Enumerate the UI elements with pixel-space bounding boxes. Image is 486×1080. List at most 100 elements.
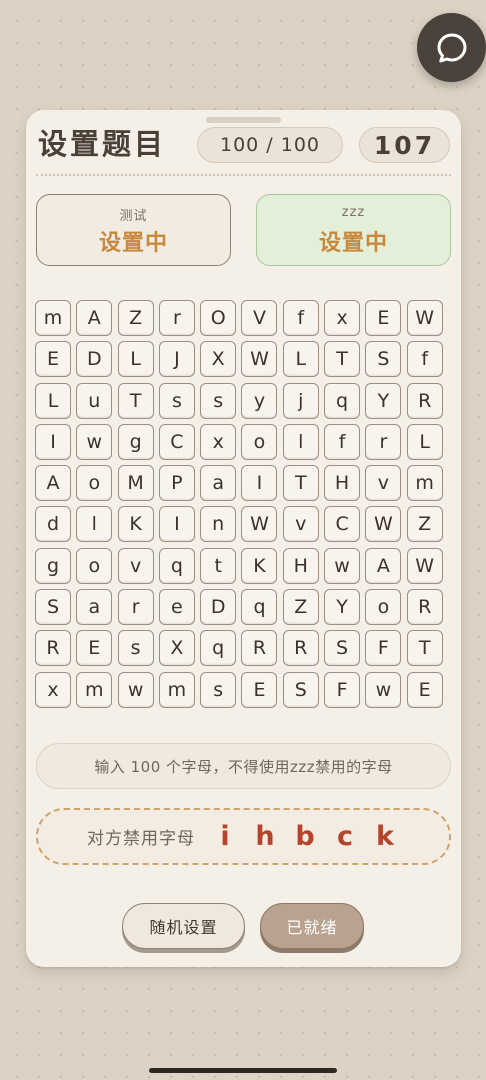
letter-cell[interactable]: W [241, 341, 278, 378]
letter-cell[interactable]: R [241, 630, 278, 667]
letter-cell[interactable]: R [282, 630, 319, 667]
letter-cell[interactable]: V [241, 300, 278, 336]
letter-cell[interactable]: R [406, 589, 443, 626]
letter-cell[interactable]: a [200, 465, 237, 502]
letter-cell[interactable]: T [117, 382, 154, 419]
letter-cell[interactable]: A [76, 300, 113, 336]
letter-cell[interactable]: w [324, 547, 361, 584]
letter-cell[interactable]: T [282, 465, 319, 502]
letter-cell[interactable]: l [76, 506, 113, 543]
random-setup-button[interactable]: 随机设置 [122, 903, 245, 949]
letter-cell[interactable]: W [241, 506, 278, 543]
letter-cell[interactable]: H [282, 547, 319, 584]
letter-cell[interactable]: x [324, 300, 361, 336]
drag-handle[interactable] [206, 117, 281, 123]
letter-cell[interactable]: j [282, 382, 319, 419]
letter-cell[interactable]: M [117, 465, 154, 502]
letter-cell[interactable]: d [35, 506, 71, 543]
letter-cell[interactable]: D [76, 341, 113, 378]
letter-cell[interactable]: Z [117, 300, 154, 336]
letter-cell[interactable]: I [241, 465, 278, 502]
letter-cell[interactable]: w [365, 671, 402, 708]
letter-cell[interactable]: W [365, 506, 402, 543]
letter-cell[interactable]: S [324, 630, 361, 667]
letter-cell[interactable]: R [406, 382, 443, 419]
letter-cell[interactable]: X [158, 630, 195, 667]
letter-cell[interactable]: v [365, 465, 402, 502]
letter-cell[interactable]: F [365, 630, 402, 667]
letter-cell[interactable]: S [365, 341, 402, 378]
letter-cell[interactable]: Y [324, 589, 361, 626]
letter-cell[interactable]: W [406, 300, 443, 336]
letter-cell[interactable]: F [324, 671, 361, 708]
letter-cell[interactable]: u [76, 382, 113, 419]
letter-cell[interactable]: O [200, 300, 237, 336]
letter-cell[interactable]: I [158, 506, 195, 543]
letter-cell[interactable]: E [35, 341, 71, 378]
letter-cell[interactable]: s [117, 630, 154, 667]
letter-cell[interactable]: t [200, 547, 237, 584]
letter-cell[interactable]: o [76, 465, 113, 502]
letter-cell[interactable]: w [117, 671, 154, 708]
letter-cell[interactable]: f [324, 423, 361, 460]
letter-cell[interactable]: f [282, 300, 319, 336]
chat-button[interactable] [417, 13, 486, 82]
letter-cell[interactable]: x [35, 671, 71, 708]
letter-cell[interactable]: E [76, 630, 113, 667]
letter-cell[interactable]: w [76, 423, 113, 460]
letter-cell[interactable]: f [406, 341, 443, 378]
letter-cell[interactable]: n [200, 506, 237, 543]
letter-cell[interactable]: L [406, 423, 443, 460]
letter-cell[interactable]: T [324, 341, 361, 378]
letter-cell[interactable]: e [158, 589, 195, 626]
letter-cell[interactable]: L [35, 382, 71, 419]
letter-cell[interactable]: W [406, 547, 443, 584]
letter-cell[interactable]: q [158, 547, 195, 584]
letter-cell[interactable]: L [282, 341, 319, 378]
letter-cell[interactable]: m [406, 465, 443, 502]
letter-cell[interactable]: m [76, 671, 113, 708]
letter-cell[interactable]: A [35, 465, 71, 502]
letter-cell[interactable]: v [117, 547, 154, 584]
letter-cell[interactable]: o [365, 589, 402, 626]
letter-cell[interactable]: g [35, 547, 71, 584]
letter-cell[interactable]: I [35, 423, 71, 460]
letter-cell[interactable]: L [117, 341, 154, 378]
letter-cell[interactable]: a [76, 589, 113, 626]
letter-cell[interactable]: o [241, 423, 278, 460]
letter-cell[interactable]: r [158, 300, 195, 336]
letter-cell[interactable]: X [200, 341, 237, 378]
letter-cell[interactable]: m [158, 671, 195, 708]
letter-cell[interactable]: l [282, 423, 319, 460]
letter-cell[interactable]: H [324, 465, 361, 502]
letter-cell[interactable]: J [158, 341, 195, 378]
letter-cell[interactable]: D [200, 589, 237, 626]
letter-cell[interactable]: E [365, 300, 402, 336]
letter-cell[interactable]: x [200, 423, 237, 460]
letter-cell[interactable]: s [158, 382, 195, 419]
letter-cell[interactable]: y [241, 382, 278, 419]
letter-cell[interactable]: v [282, 506, 319, 543]
letter-cell[interactable]: Y [365, 382, 402, 419]
letter-cell[interactable]: A [365, 547, 402, 584]
letter-cell[interactable]: o [76, 547, 113, 584]
letter-cell[interactable]: K [241, 547, 278, 584]
letter-cell[interactable]: Z [406, 506, 443, 543]
letter-cell[interactable]: R [35, 630, 71, 667]
letter-cell[interactable]: r [365, 423, 402, 460]
letter-cell[interactable]: Z [282, 589, 319, 626]
letter-cell[interactable]: q [324, 382, 361, 419]
letter-cell[interactable]: C [324, 506, 361, 543]
letter-cell[interactable]: s [200, 382, 237, 419]
letter-cell[interactable]: K [117, 506, 154, 543]
ready-button[interactable]: 已就绪 [260, 903, 364, 949]
letter-cell[interactable]: E [406, 671, 443, 708]
letter-cell[interactable]: P [158, 465, 195, 502]
letter-cell[interactable]: q [200, 630, 237, 667]
letter-cell[interactable]: r [117, 589, 154, 626]
letter-cell[interactable]: m [35, 300, 71, 336]
letter-cell[interactable]: C [158, 423, 195, 460]
letter-cell[interactable]: S [282, 671, 319, 708]
letter-cell[interactable]: q [241, 589, 278, 626]
letter-cell[interactable]: g [117, 423, 154, 460]
